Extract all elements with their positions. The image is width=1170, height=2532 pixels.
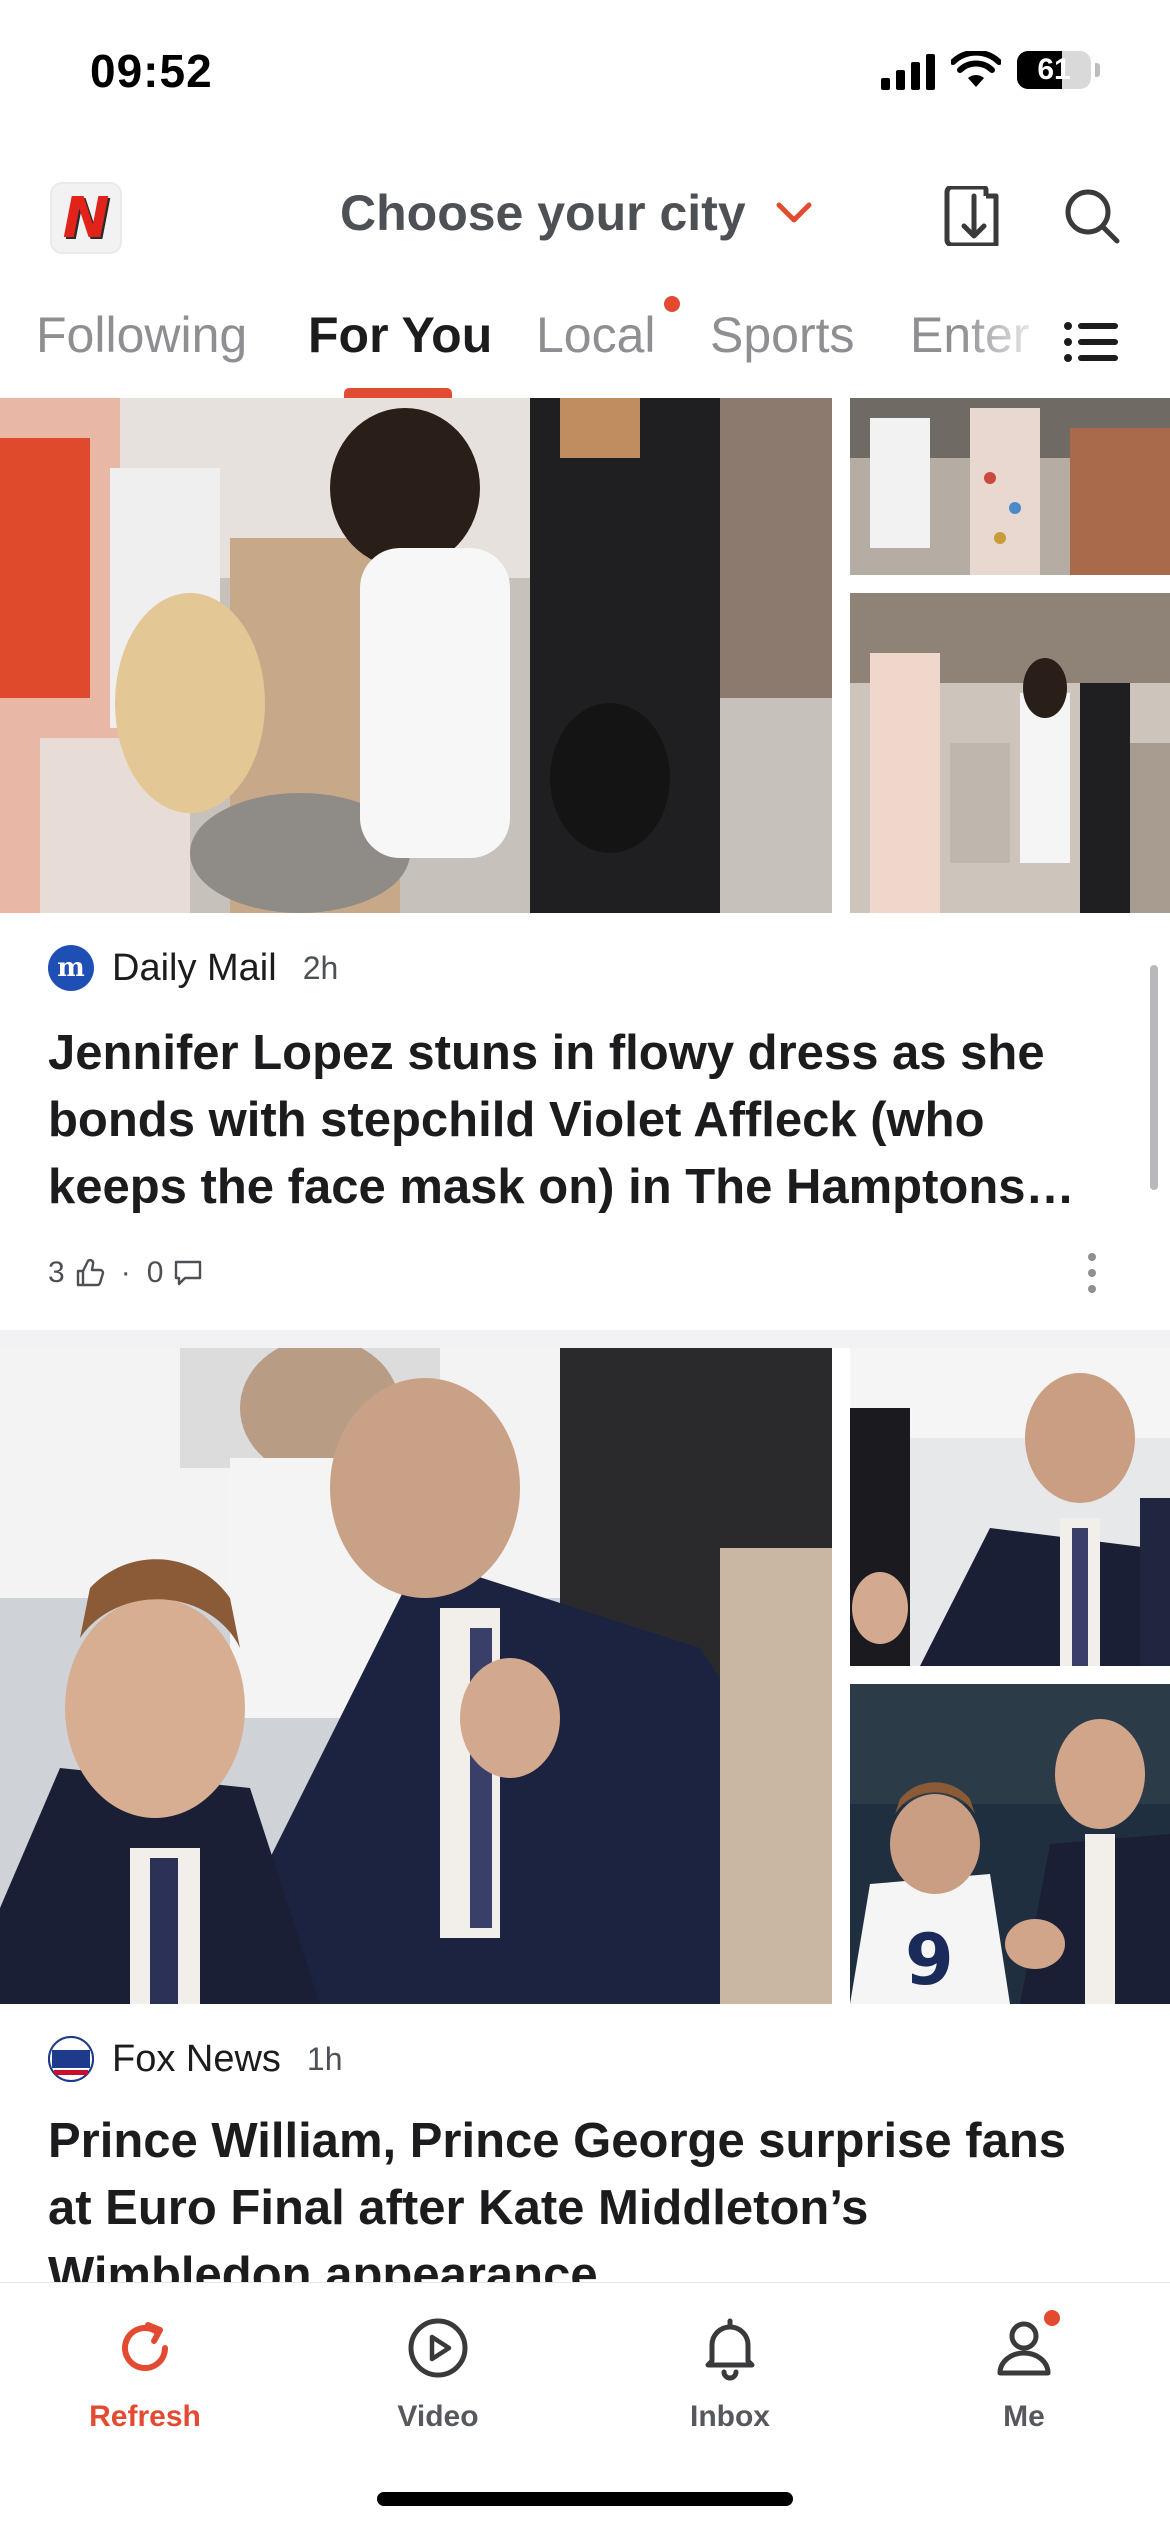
headline-line: Jennifer Lopez stuns in flowy dress as s… xyxy=(48,1026,1045,1080)
svg-text:9: 9 xyxy=(905,1919,954,2001)
headline-line: bonds with stepchild Violet Affleck (who xyxy=(48,1093,985,1147)
comment-count: 0 xyxy=(146,1256,164,1289)
city-selector-label: Choose your city xyxy=(340,185,746,241)
status-icons: 61 xyxy=(881,50,1100,90)
tab-sports[interactable]: Sports xyxy=(710,306,855,364)
nav-inbox-label: Inbox xyxy=(690,2400,770,2433)
battery-level: 61 xyxy=(1037,53,1071,86)
status-time: 09:52 xyxy=(90,45,213,97)
feed-divider xyxy=(0,1330,1170,1348)
city-selector[interactable]: Choose your city xyxy=(340,184,814,242)
list-menu-icon xyxy=(1064,322,1118,362)
source-name: Daily Mail xyxy=(112,946,277,989)
me-notification-dot xyxy=(1044,2310,1060,2326)
chevron-down-icon xyxy=(776,202,812,223)
cellular-signal-icon xyxy=(881,50,935,90)
like-count: 3 xyxy=(48,1256,65,1289)
tabs-fade xyxy=(960,300,1050,390)
tab-local[interactable]: Local xyxy=(536,306,656,364)
play-circle-icon xyxy=(408,2318,468,2378)
scrollbar[interactable] xyxy=(1150,965,1158,1190)
download-button[interactable] xyxy=(940,184,1004,248)
svg-text:m: m xyxy=(57,953,85,983)
tab-for-you[interactable]: For You xyxy=(308,306,492,364)
status-bar: 09:52 61 xyxy=(0,0,1170,150)
download-icon xyxy=(944,186,999,246)
article-side-image-top xyxy=(850,398,1170,575)
article-card[interactable]: m Daily Mail 2h Jennifer Lopez stuns in … xyxy=(0,398,1170,1328)
search-button[interactable] xyxy=(1060,184,1124,248)
nav-me-label: Me xyxy=(1003,2400,1045,2433)
nav-refresh-label: Refresh xyxy=(89,2400,201,2433)
article-main-image xyxy=(0,398,832,913)
headline-line: Prince William, Prince George surprise f… xyxy=(48,2114,1067,2168)
article-main-image xyxy=(0,1348,832,2004)
wifi-icon xyxy=(951,51,1001,87)
article-side-image-bottom: 9 xyxy=(850,1684,1170,2004)
article-headline[interactable]: Jennifer Lopez stuns in flowy dress as s… xyxy=(48,1020,1128,1221)
thumbs-up-icon[interactable] xyxy=(75,1259,105,1287)
article-side-image-bottom xyxy=(850,593,1170,913)
headline-line: at Euro Final after Kate Middleton’s xyxy=(48,2181,869,2235)
nav-inbox[interactable]: Inbox xyxy=(630,2313,830,2434)
article-headline[interactable]: Prince William, Prince George surprise f… xyxy=(48,2108,1128,2309)
fox-news-logo-icon xyxy=(48,2036,94,2082)
headline-line: keeps the face mask on) in The Hamptons… xyxy=(48,1160,1075,1214)
article-card[interactable]: 9 Fox News 1h Prince William, Prince Geo… xyxy=(0,1348,1170,2302)
nav-video-label: Video xyxy=(397,2400,479,2433)
article-side-image-top xyxy=(850,1348,1170,1666)
app-logo[interactable]: N xyxy=(50,182,122,254)
stats-separator: · xyxy=(120,1256,131,1289)
more-options-button[interactable] xyxy=(1072,1248,1112,1298)
nav-refresh[interactable]: Refresh xyxy=(45,2313,245,2434)
battery-cap xyxy=(1095,63,1100,77)
refresh-icon xyxy=(122,2322,168,2371)
daily-mail-logo-icon: m xyxy=(48,945,94,991)
nav-me[interactable]: Me xyxy=(924,2313,1124,2434)
home-indicator[interactable] xyxy=(377,2492,793,2506)
publish-time: 2h xyxy=(302,949,339,986)
active-tab-indicator xyxy=(344,388,452,398)
local-notification-dot xyxy=(664,296,680,312)
article-source[interactable]: m Daily Mail 2h xyxy=(48,945,338,991)
comment-icon[interactable] xyxy=(173,1259,203,1287)
nav-video[interactable]: Video xyxy=(338,2313,538,2434)
publish-time: 1h xyxy=(306,2040,343,2077)
article-source[interactable]: Fox News 1h xyxy=(48,2036,343,2082)
tab-following[interactable]: Following xyxy=(36,306,247,364)
bell-icon xyxy=(705,2318,755,2381)
battery-icon: 61 xyxy=(1017,51,1091,89)
source-name: Fox News xyxy=(112,2037,281,2080)
search-icon xyxy=(1065,189,1120,244)
app-header: N Choose your city xyxy=(0,170,1170,270)
article-stats: 3 · 0 xyxy=(48,1256,203,1290)
tabs-menu-button[interactable] xyxy=(1060,310,1124,374)
